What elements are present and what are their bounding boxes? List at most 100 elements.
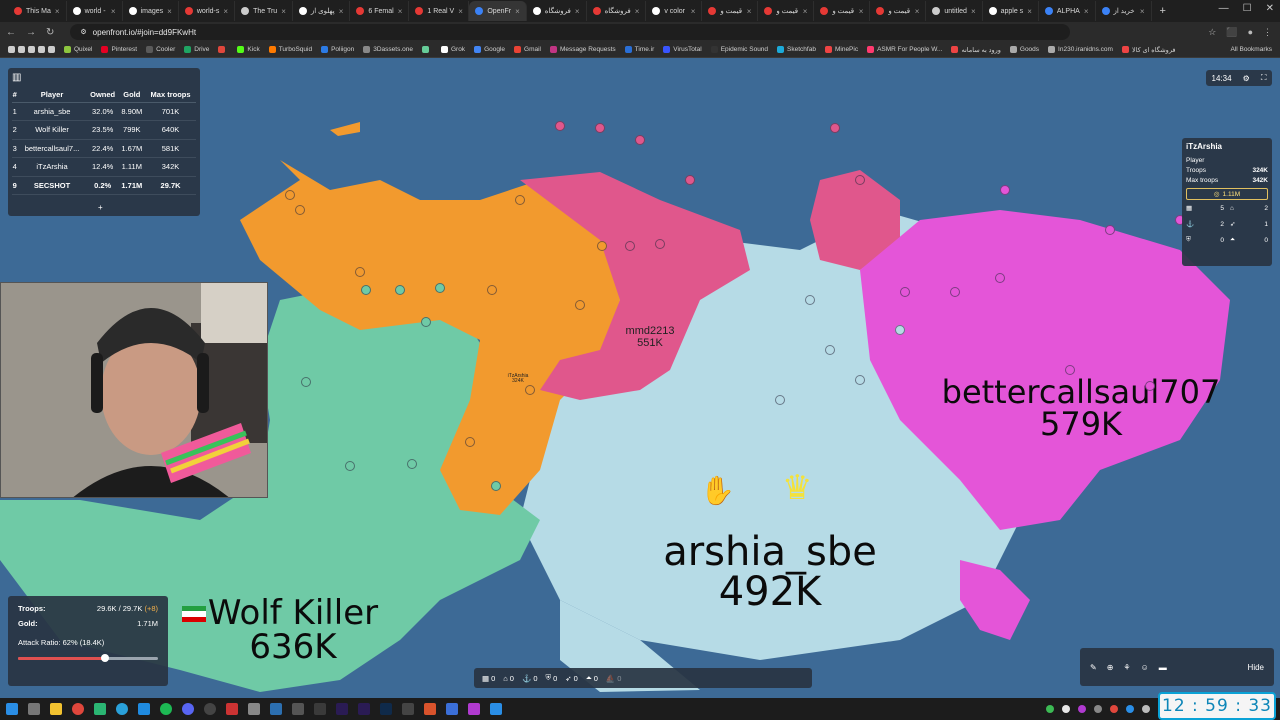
tab-close-icon[interactable]: × (398, 7, 403, 16)
menu-icon[interactable]: ⋮ (1263, 27, 1272, 38)
app-icon[interactable] (468, 703, 480, 715)
tab-close-icon[interactable]: × (1027, 7, 1032, 16)
leaderboard-row[interactable]: 3 bettercallsaul7... 22.4% 1.67M 581K (12, 139, 196, 158)
bookmark-item[interactable]: Message Requests (550, 46, 616, 53)
bookmark-item[interactable]: Quixel (64, 46, 92, 53)
tab-close-icon[interactable]: × (1140, 7, 1145, 16)
apps-icon[interactable] (8, 46, 55, 53)
header-max-troops[interactable]: Max troops (145, 88, 196, 103)
build-factory-button[interactable]: ⌂ 0 (503, 674, 514, 683)
tab-close-icon[interactable]: × (167, 7, 172, 16)
bookmark-item[interactable]: Time.ir (624, 46, 654, 53)
browser-tab[interactable]: قیمت و × (814, 1, 871, 21)
minimize-icon[interactable]: — (1219, 3, 1229, 14)
obs-icon[interactable] (204, 703, 216, 715)
browser-tab[interactable]: قیمت و × (758, 1, 815, 21)
bookmark-item[interactable]: 3Dassets.one (363, 46, 413, 53)
leaderboard-expand-button[interactable]: + (98, 203, 103, 212)
bookmark-item[interactable]: Epidemic Sound (710, 46, 768, 53)
header-gold[interactable]: Gold (118, 88, 146, 103)
build-warship-button[interactable]: ⛵ 0 (606, 674, 622, 683)
app-icon[interactable] (446, 703, 458, 715)
build-sam-button[interactable]: ⏶ 0 (586, 673, 598, 683)
browser-tab[interactable]: v color × (646, 1, 703, 21)
browser-tab[interactable]: world - × (67, 1, 123, 21)
tab-close-icon[interactable]: × (971, 7, 976, 16)
tab-close-icon[interactable]: × (458, 7, 463, 16)
browser-tab[interactable]: 1 Real V × (409, 1, 470, 21)
tab-close-icon[interactable]: × (55, 7, 60, 16)
hide-button[interactable]: Hide (1248, 663, 1264, 672)
chrome-icon[interactable] (72, 703, 84, 715)
discord-icon[interactable] (182, 703, 194, 715)
bookmark-item[interactable]: Sketchfab (777, 46, 816, 53)
tab-close-icon[interactable]: × (111, 7, 116, 16)
app-icon[interactable] (248, 703, 260, 715)
tray-icon[interactable] (1062, 705, 1070, 713)
browser-tab[interactable]: The Tru × (235, 1, 293, 21)
leaderboard-row[interactable]: 9 SECSHOT 0.2% 1.71M 29.7K (12, 176, 196, 195)
search-icon[interactable] (28, 703, 40, 715)
browser-tab[interactable]: OpenFr × (469, 1, 527, 21)
tab-close-icon[interactable]: × (747, 7, 752, 16)
extension-icon[interactable]: ⬛ (1226, 27, 1237, 38)
leaderboard-row[interactable]: 2 Wolf Killer 23.5% 799K 640K (12, 120, 196, 140)
bookmark-item[interactable]: MinePic (824, 46, 858, 53)
app-icon[interactable] (270, 703, 282, 715)
tab-close-icon[interactable]: × (223, 7, 228, 16)
attack-ratio-knob[interactable] (100, 654, 109, 662)
forward-icon[interactable]: → (26, 27, 36, 38)
build-defense-button[interactable]: ⛨ 0 (545, 673, 557, 683)
bookmark-item[interactable]: TurboSquid (268, 46, 312, 53)
tab-close-icon[interactable]: × (859, 7, 864, 16)
site-info-icon[interactable]: ⚙ (80, 28, 86, 36)
bookmark-item[interactable]: VirusTotal (663, 46, 702, 53)
tab-close-icon[interactable]: × (803, 7, 808, 16)
maximize-icon[interactable]: ☐ (1243, 3, 1252, 14)
target-icon[interactable]: ⊕ (1107, 663, 1114, 672)
leaderboard-row[interactable]: 4 iTzArshia 12.4% 1.11M 342K (12, 157, 196, 177)
header-player[interactable]: Player (17, 88, 87, 103)
tab-close-icon[interactable]: × (515, 7, 520, 16)
header-owned[interactable]: Owned (86, 88, 119, 103)
bookmark-item[interactable]: Gmail (514, 46, 541, 53)
app-icon[interactable] (292, 703, 304, 715)
app-icon[interactable] (94, 703, 106, 715)
tab-close-icon[interactable]: × (339, 7, 344, 16)
browser-tab[interactable]: قیمت و × (702, 1, 759, 21)
browser-tab[interactable]: ALPHA × (1039, 1, 1096, 21)
leaderboard-row[interactable]: 1 arshia_sbe 32.0% 8.90M 701K (12, 102, 196, 121)
browser-tab[interactable]: خرید از × (1096, 1, 1152, 21)
tray-icon[interactable] (1094, 705, 1102, 713)
bookmark-item[interactable]: Google (474, 46, 505, 53)
tab-close-icon[interactable]: × (635, 7, 640, 16)
alliance-request-icon[interactable]: ⚘ (1123, 663, 1130, 672)
after-effects-icon[interactable] (336, 703, 348, 715)
telegram-icon[interactable] (116, 703, 128, 715)
app-icon[interactable] (226, 703, 238, 715)
url-field[interactable]: ⚙ openfront.io/#join=dd9FKwHt (70, 24, 1071, 40)
all-bookmarks-button[interactable]: All Bookmarks (1230, 46, 1280, 53)
app-icon[interactable] (424, 703, 436, 715)
bookmark-item[interactable]: ورود به سامانه (951, 46, 1001, 54)
spotify-icon[interactable] (160, 703, 172, 715)
close-icon[interactable]: ✕ (1266, 3, 1274, 14)
app-icon[interactable] (314, 703, 326, 715)
bookmark-item[interactable]: Cooler (146, 46, 175, 53)
browser-tab[interactable]: This Ma × (8, 1, 67, 21)
tab-close-icon[interactable]: × (1084, 7, 1089, 16)
build-port-button[interactable]: ⚓ 0 (522, 674, 538, 683)
browser-tab[interactable]: فروشگاه × (587, 1, 647, 21)
tray-icon[interactable] (1046, 705, 1054, 713)
settings-icon[interactable]: ⚙ (1243, 74, 1250, 83)
browser-tab[interactable]: untitled × (926, 1, 983, 21)
bookmark-item[interactable]: Kick (237, 46, 260, 53)
app-icon[interactable] (402, 703, 414, 715)
emoji-icon[interactable]: ☺ (1141, 663, 1149, 672)
tab-close-icon[interactable]: × (281, 7, 286, 16)
reload-icon[interactable]: ↻ (46, 27, 54, 38)
bookmark-item[interactable]: Pinterest (101, 46, 137, 53)
profile-icon[interactable]: ● (1248, 27, 1253, 38)
chat-icon[interactable]: ▬ (1159, 663, 1167, 672)
pencil-icon[interactable]: ✎ (1090, 663, 1097, 672)
